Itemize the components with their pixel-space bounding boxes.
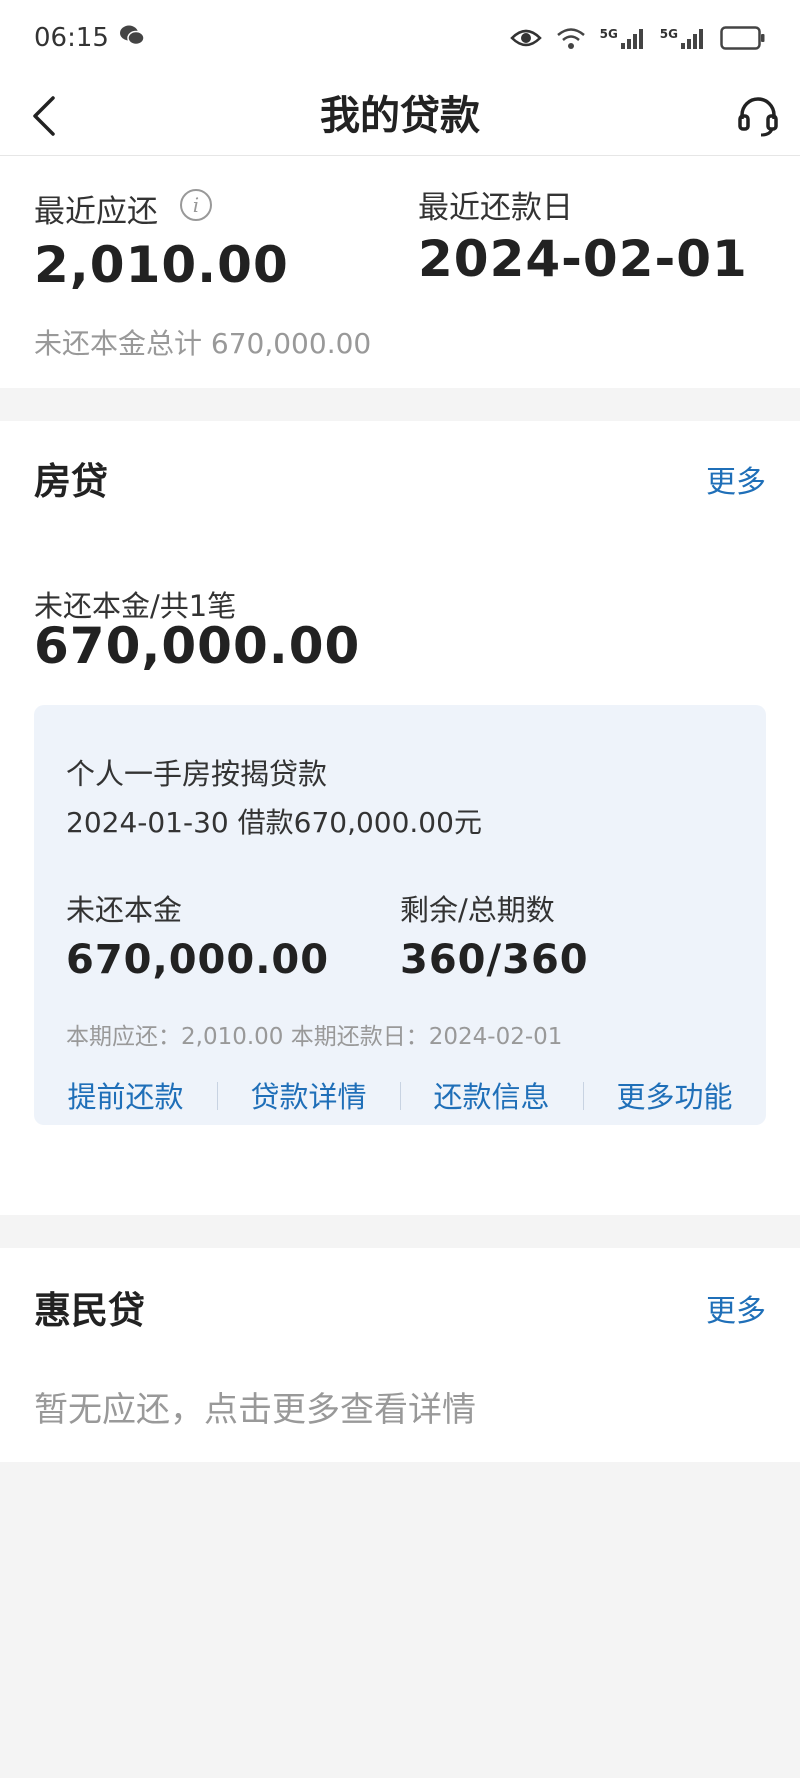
- repayment-summary: 最近应还 i 2,010.00 最近还款日 2024-02-01 未还本金总计 …: [0, 156, 800, 388]
- unpaid-value: 670,000.00: [66, 937, 330, 983]
- mortgage-title: 房贷: [34, 460, 108, 503]
- nav-bar: 我的贷款: [0, 76, 800, 156]
- recent-due-value: 2,010.00: [34, 236, 289, 294]
- huimin-loan-section: 惠民贷 更多 暂无应还，点击更多查看详情: [0, 1248, 800, 1462]
- signal-icon-2: 5G: [660, 27, 706, 49]
- loan-details-button[interactable]: 贷款详情: [217, 1074, 400, 1116]
- recent-date-value: 2024-02-01: [418, 230, 748, 288]
- mortgage-section: 房贷 更多 未还本金/共1笔 670,000.00 个人一手房按揭贷款 2024…: [0, 421, 800, 1215]
- mortgage-more-link[interactable]: 更多: [706, 457, 766, 501]
- current-period-text: 本期应还：2,010.00 本期还款日：2024-02-01: [66, 1024, 563, 1050]
- periods-value: 360/360: [400, 937, 589, 983]
- info-icon[interactable]: i: [180, 189, 212, 221]
- status-bar: 06:15 5G 5G: [0, 0, 800, 76]
- signal-icon: 5G: [600, 27, 646, 49]
- huimin-more-link[interactable]: 更多: [706, 1286, 766, 1330]
- recent-date-label: 最近还款日: [418, 190, 573, 226]
- status-left: 06:15: [34, 23, 145, 53]
- huimin-title: 惠民贷: [34, 1289, 145, 1332]
- status-right: 5G 5G: [509, 26, 766, 50]
- status-time: 06:15: [34, 23, 109, 53]
- page-title: 我的贷款: [320, 93, 480, 139]
- loan-date: 2024-01-30 借款670,000.00元: [66, 806, 482, 839]
- principal-value: 670,000.00: [34, 617, 361, 675]
- unpaid-label: 未还本金: [66, 893, 183, 927]
- wechat-icon: [119, 23, 145, 53]
- total-unpaid-text: 未还本金总计 670,000.00: [34, 327, 372, 360]
- signal2-label: 5G: [659, 27, 678, 41]
- loan-actions: 提前还款 贷款详情 还款信息 更多功能: [34, 1065, 766, 1125]
- battery-icon: [720, 26, 766, 50]
- signal1-label: 5G: [599, 27, 618, 41]
- eye-icon: [509, 27, 542, 49]
- huimin-empty-text[interactable]: 暂无应还，点击更多查看详情: [34, 1382, 476, 1431]
- loan-name: 个人一手房按揭贷款: [66, 757, 328, 791]
- periods-label: 剩余/总期数: [400, 893, 555, 927]
- recent-due-label: 最近应还: [34, 194, 158, 230]
- prepay-button[interactable]: 提前还款: [34, 1074, 217, 1116]
- repayment-info-button[interactable]: 还款信息: [400, 1074, 583, 1116]
- wifi-icon: [556, 26, 586, 50]
- customer-service-button[interactable]: [730, 88, 786, 144]
- loan-card[interactable]: 个人一手房按揭贷款 2024-01-30 借款670,000.00元 未还本金 …: [34, 705, 766, 1125]
- headset-icon: [738, 97, 778, 137]
- more-functions-button[interactable]: 更多功能: [583, 1074, 766, 1116]
